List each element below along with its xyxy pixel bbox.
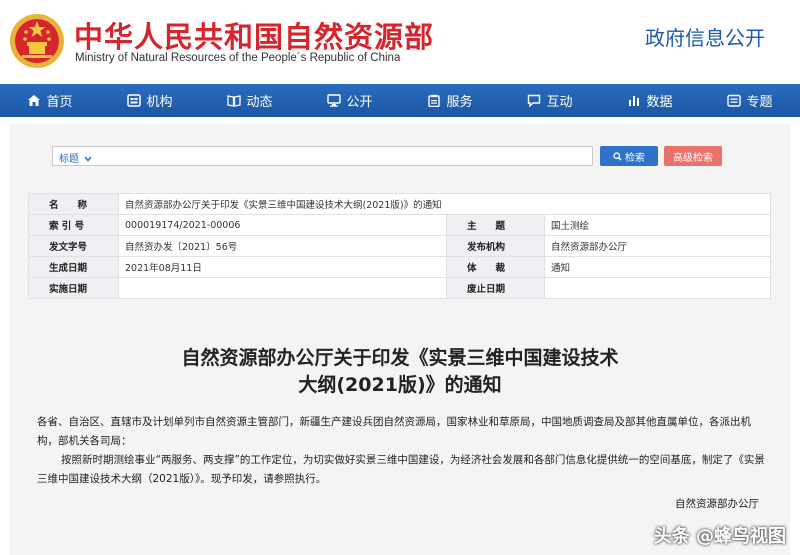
nav-label: 互动 [546,95,573,110]
home-icon [28,95,41,106]
nav-item-home[interactable]: 首页 [0,84,100,117]
advanced-search-button[interactable]: 高级检索 [664,146,722,166]
nav-item-public[interactable]: 公开 [300,84,400,117]
nav-label: 动态 [246,95,273,110]
chevron-down-icon [84,156,92,162]
nav-label: 服务 [446,95,473,110]
org-icon [127,94,142,107]
gov-info-link[interactable]: 政府信息公开 [645,22,765,51]
search-icon [613,151,622,161]
nav-label: 机构 [146,95,173,110]
national-emblem-icon [10,14,64,68]
effective-value [118,277,447,299]
search-button-label: 检索 [625,152,645,164]
book-icon [227,95,242,107]
search-field-select[interactable]: 标题 [59,150,92,165]
document-body: 各省、自治区、直辖市及计划单列市自然资源主管部门，新疆生产建设兵团自然资源局，国… [37,413,767,489]
main-nav: 首页 机构 动态 公开 服务 互动 数据 专题 [0,84,800,117]
nav-item-news[interactable]: 动态 [200,84,300,117]
document-title: 自然资源部办公厅关于印发《实景三维中国建设技术 大纲(2021版)》的通知 [100,345,700,399]
chat-icon [528,94,541,107]
issuer-value: 自然资源部办公厅 [543,235,772,257]
table-row: 发文字号 自然资办发〔2021〕56号 发布机构 自然资源部办公厅 [28,235,772,257]
table-row: 名 称 自然资源部办公厅关于印发《实景三维中国建设技术大纲(2021版)》的通知 [28,193,772,215]
nav-label: 公开 [346,95,373,110]
topic-value: 国土测绘 [543,214,772,236]
document-signature: 自然资源部办公厅 [675,498,759,510]
nav-item-service[interactable]: 服务 [400,84,500,117]
nav-label: 数据 [646,95,673,110]
nav-item-data[interactable]: 数据 [600,84,700,117]
search-input[interactable]: 标题 [52,146,593,166]
genre-label: 体 裁 [446,256,545,278]
abolish-value [543,277,772,299]
monitor-icon [327,94,342,107]
chart-icon [629,96,640,106]
search-button[interactable]: 检索 [600,146,658,166]
issuer-label: 发布机构 [446,235,545,257]
nav-item-topics[interactable]: 专题 [700,84,800,117]
site-subtitle: Ministry of Natural Resources of the Peo… [75,52,401,64]
watermark: 头条 @蜂鸟视图 [653,526,786,547]
abolish-label: 废止日期 [446,277,545,299]
doc-info-table: 名 称 自然资源部办公厅关于印发《实景三维中国建设技术大纲(2021版)》的通知… [28,193,772,299]
document-paragraph: 按照新时期测绘事业“两服务、两支撑”的工作定位，为切实做好实景三维中国建设，为经… [37,454,765,485]
site-header: 中华人民共和国自然资源部 Ministry of Natural Resourc… [0,0,800,84]
name-label: 名 称 [28,193,119,215]
date-value: 2021年08月11日 [118,256,447,278]
index-value: 000019174/2021-00006 [118,214,447,236]
nav-label: 专题 [746,95,773,110]
docno-value: 自然资办发〔2021〕56号 [118,235,447,257]
document-paragraph: 各省、自治区、直辖市及计划单列市自然资源主管部门，新疆生产建设兵团自然资源局，国… [37,416,751,447]
nav-label: 首页 [46,95,73,110]
nav-item-org[interactable]: 机构 [100,84,200,117]
table-row: 索 引 号 000019174/2021-00006 主 题 国土测绘 [28,214,772,236]
index-label: 索 引 号 [28,214,119,236]
clipboard-icon [428,94,441,107]
nav-item-interact[interactable]: 互动 [500,84,600,117]
docno-label: 发文字号 [28,235,119,257]
genre-value: 通知 [543,256,772,278]
name-value: 自然资源部办公厅关于印发《实景三维中国建设技术大纲(2021版)》的通知 [117,193,772,215]
date-label: 生成日期 [28,256,119,278]
site-title[interactable]: 中华人民共和国自然资源部 [74,14,434,56]
topic-label: 主 题 [446,214,545,236]
document-title-line: 大纲(2021版)》的通知 [298,374,502,396]
content-panel [10,124,790,555]
table-row: 生成日期 2021年08月11日 体 裁 通知 [28,256,772,278]
effective-label: 实施日期 [28,277,119,299]
folder-icon [727,94,742,107]
search-field-label: 标题 [59,154,79,165]
table-row: 实施日期 废止日期 [28,277,772,299]
document-title-line: 自然资源部办公厅关于印发《实景三维中国建设技术 [181,347,619,369]
